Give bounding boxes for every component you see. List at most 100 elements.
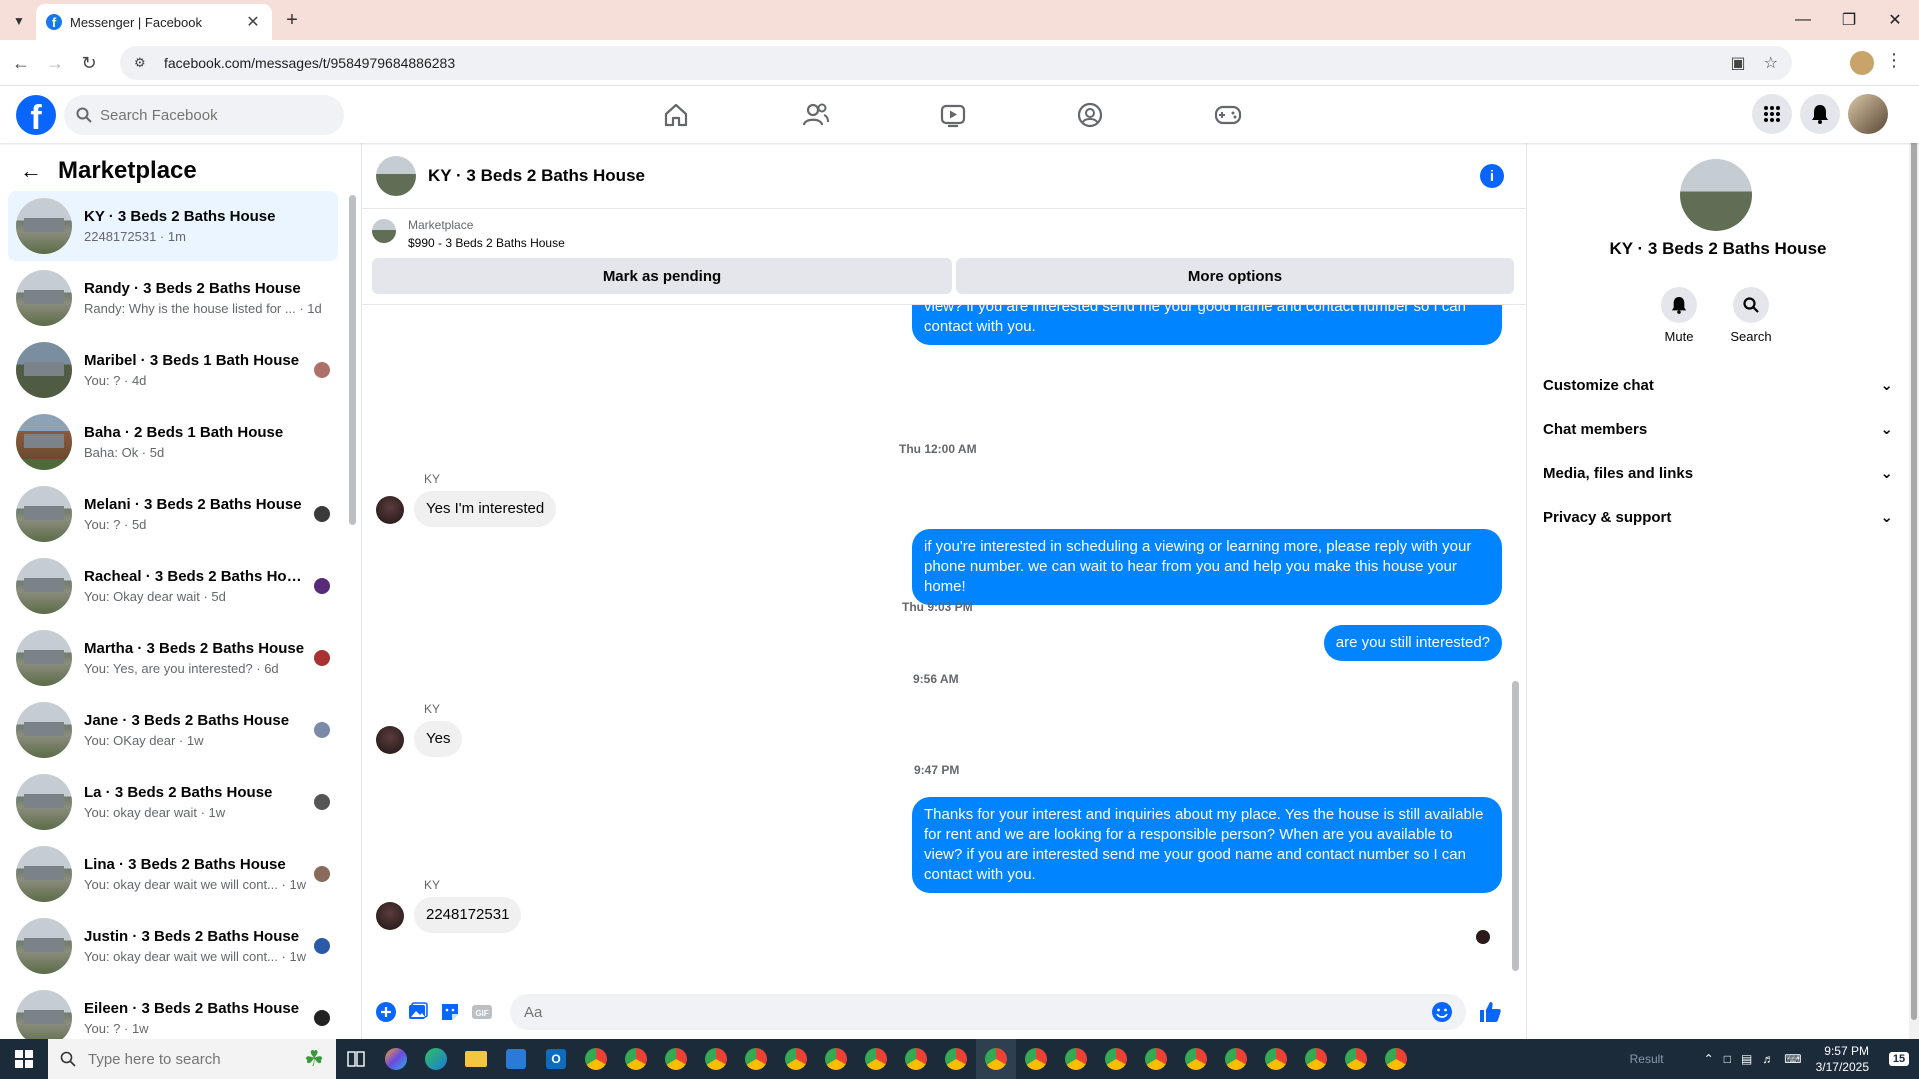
notification-center-icon[interactable]: 15	[1879, 1039, 1919, 1079]
meet-now-icon[interactable]: □	[1724, 1052, 1731, 1066]
outgoing-message[interactable]: are you still interested?	[1323, 625, 1502, 661]
forward-arrow-icon[interactable]: →	[42, 50, 68, 76]
conversation-item[interactable]: Jane · 3 Beds 2 Baths House You: OKay dea…	[8, 695, 338, 765]
video-nav-icon[interactable]	[897, 94, 1009, 136]
photo-icon[interactable]	[404, 998, 432, 1026]
url-text[interactable]: facebook.com/messages/t/9584979684886283	[164, 55, 1713, 71]
chrome-profile-icon[interactable]	[656, 1039, 696, 1079]
chrome-profile-icon[interactable]	[736, 1039, 776, 1079]
chat-title[interactable]: KY · 3 Beds 2 Baths House	[428, 166, 645, 186]
task-view-icon[interactable]	[336, 1039, 376, 1079]
incoming-message[interactable]: Yes I'm interested	[414, 491, 557, 527]
chrome-profile-icon[interactable]	[856, 1039, 896, 1079]
conversation-item[interactable]: Martha · 3 Beds 2 Baths House You: Yes, a…	[8, 623, 338, 693]
privacy-support-row[interactable]: Privacy & support ⌄	[1543, 499, 1893, 535]
conversation-list-scrollbar[interactable]	[349, 195, 356, 525]
chrome-icon[interactable]	[576, 1039, 616, 1079]
chrome-profile-icon[interactable]	[1096, 1039, 1136, 1079]
emoji-icon[interactable]	[1428, 998, 1456, 1026]
gaming-nav-icon[interactable]	[1172, 94, 1284, 136]
groups-nav-icon[interactable]	[1034, 94, 1146, 136]
file-explorer-icon[interactable]	[456, 1039, 496, 1079]
notifications-bell-icon[interactable]	[1800, 94, 1840, 134]
taskbar-clock[interactable]: 9:57 PM 3/17/2025	[1816, 1043, 1869, 1075]
search-in-conversation-button[interactable]: Search	[1721, 287, 1781, 344]
chrome-profile-icon[interactable]	[1296, 1039, 1336, 1079]
profile-avatar[interactable]	[1850, 51, 1874, 75]
restore-icon[interactable]: ❐	[1826, 8, 1872, 32]
chrome-profile-icon[interactable]	[1056, 1039, 1096, 1079]
chrome-profile-icon[interactable]	[896, 1039, 936, 1079]
chat-members-row[interactable]: Chat members ⌄	[1543, 411, 1893, 447]
incoming-message[interactable]: 2248172531	[414, 897, 522, 933]
account-avatar[interactable]	[1848, 94, 1888, 134]
windows-start-icon[interactable]	[0, 1039, 48, 1079]
minimize-icon[interactable]: —	[1780, 8, 1826, 32]
conversation-item[interactable]: Eileen · 3 Beds 2 Baths House You: ? · 1w	[8, 983, 338, 1039]
thumbs-up-icon[interactable]	[1476, 998, 1504, 1026]
gif-icon[interactable]: GIF	[468, 998, 496, 1026]
network-icon[interactable]: ▤	[1741, 1052, 1752, 1066]
tab-close-icon[interactable]: ✕	[244, 12, 262, 32]
page-scrollbar-thumb[interactable]	[1911, 100, 1917, 1020]
chrome-profile-icon[interactable]	[1136, 1039, 1176, 1079]
conversation-item[interactable]: Maribel · 3 Beds 1 Bath House You: ? · 4d	[8, 335, 338, 405]
conversation-item[interactable]: Lina · 3 Beds 2 Baths House You: okay dea…	[8, 839, 338, 909]
mark-as-pending-button[interactable]: Mark as pending	[372, 258, 952, 294]
sender-avatar[interactable]	[376, 496, 404, 524]
taskbar-search-box[interactable]: ☘	[48, 1039, 336, 1079]
chrome-profile-icon[interactable]	[1376, 1039, 1416, 1079]
taskbar-search-input[interactable]	[88, 1050, 268, 1068]
sticker-icon[interactable]	[436, 998, 464, 1026]
volume-icon[interactable]: ♬	[1762, 1052, 1774, 1066]
conversation-item[interactable]: Justin · 3 Beds 2 Baths House You: okay d…	[8, 911, 338, 981]
message-input[interactable]	[510, 994, 1466, 1030]
sender-avatar[interactable]	[376, 726, 404, 754]
chrome-profile-icon[interactable]	[776, 1039, 816, 1079]
page-scrollbar[interactable]	[1909, 86, 1919, 1039]
close-window-icon[interactable]: ✕	[1872, 8, 1918, 32]
conversation-item[interactable]: Racheal · 3 Beds 2 Baths House You: Okay …	[8, 551, 338, 621]
incoming-message[interactable]: Yes	[414, 721, 463, 757]
outlook-icon[interactable]: O	[536, 1039, 576, 1079]
chrome-active-icon[interactable]	[976, 1039, 1016, 1079]
back-arrow-icon[interactable]: ←	[8, 50, 34, 76]
chrome-profile-icon[interactable]	[1016, 1039, 1056, 1079]
result-label[interactable]: Result	[1630, 1052, 1664, 1066]
listing-price-title[interactable]: $990 - 3 Beds 2 Baths House	[408, 236, 565, 250]
conversation-item[interactable]: Melani · 3 Beds 2 Baths House You: ? · 5d	[8, 479, 338, 549]
info-icon[interactable]: i	[1480, 164, 1504, 188]
outgoing-message[interactable]: if you're interested in scheduling a vie…	[912, 529, 1502, 605]
conversation-item[interactable]: Baha · 2 Beds 1 Bath House Baha: Ok · 5d	[8, 407, 338, 477]
tab-search-chevron-icon[interactable]: ▼	[8, 10, 30, 32]
chrome-profile-icon[interactable]	[696, 1039, 736, 1079]
site-info-icon[interactable]: ⚙	[134, 55, 152, 71]
keyboard-icon[interactable]: ⌨	[1784, 1052, 1801, 1066]
copilot-icon[interactable]	[376, 1039, 416, 1079]
listing-thumbnail[interactable]	[372, 219, 396, 243]
conversation-item[interactable]: Randy · 3 Beds 2 Baths House Randy: Why i…	[8, 263, 338, 333]
install-app-icon[interactable]: ▣	[1731, 53, 1746, 73]
outgoing-message[interactable]: Thanks for your interest and inquiries a…	[912, 797, 1502, 893]
chrome-profile-icon[interactable]	[1336, 1039, 1376, 1079]
outgoing-message[interactable]: view? if you are interested send me your…	[912, 305, 1502, 345]
media-files-links-row[interactable]: Media, files and links ⌄	[1543, 455, 1893, 491]
store-icon[interactable]	[496, 1039, 536, 1079]
reload-icon[interactable]: ↻	[76, 50, 102, 76]
browser-menu-icon[interactable]: ⋮	[1884, 50, 1904, 76]
chrome-profile-icon[interactable]	[1216, 1039, 1256, 1079]
customize-chat-row[interactable]: Customize chat ⌄	[1543, 367, 1893, 403]
more-options-button[interactable]: More options	[956, 258, 1514, 294]
chrome-profile-icon[interactable]	[1176, 1039, 1216, 1079]
browser-tab-messenger[interactable]: f Messenger | Facebook ✕	[36, 4, 272, 40]
bookmark-star-icon[interactable]: ☆	[1764, 53, 1778, 73]
show-hidden-icons-chevron-icon[interactable]: ⌃	[1704, 1052, 1714, 1066]
conversation-item[interactable]: KY · 3 Beds 2 Baths House 2248172531 · 1m	[8, 191, 338, 261]
chrome-profile-icon[interactable]	[936, 1039, 976, 1079]
home-nav-icon[interactable]	[620, 94, 732, 136]
facebook-logo-icon[interactable]: f	[16, 95, 56, 135]
chrome-profile-icon[interactable]	[616, 1039, 656, 1079]
contact-avatar[interactable]	[1680, 159, 1752, 231]
edge-icon[interactable]	[416, 1039, 456, 1079]
new-tab-plus-icon[interactable]: +	[280, 8, 304, 32]
